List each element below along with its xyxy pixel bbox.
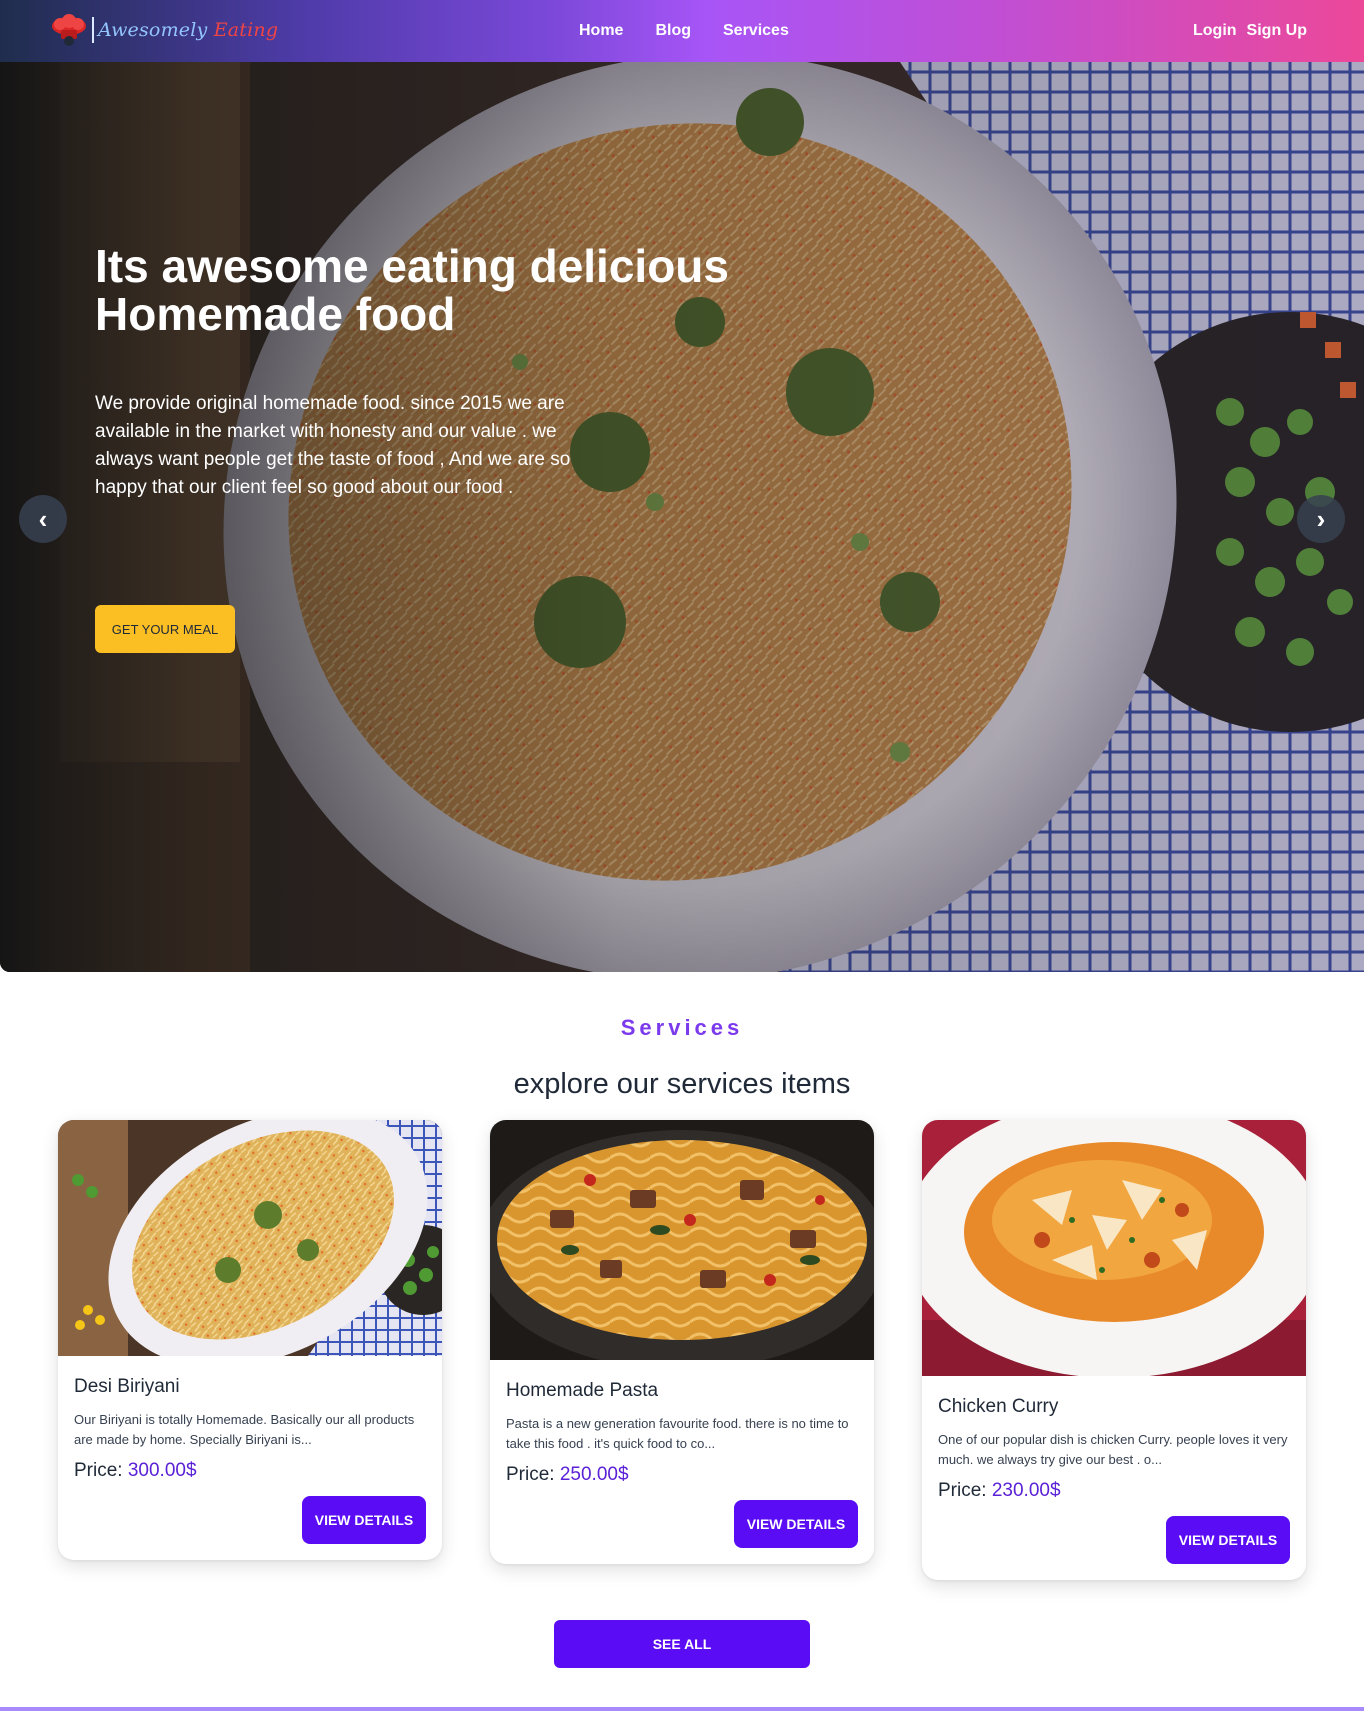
desi-biriyani-image — [58, 1120, 442, 1356]
view-details-button[interactable]: VIEW DETAILS — [1166, 1516, 1290, 1564]
top-navbar: Awesomely Eating Home Blog Services Logi… — [0, 0, 1364, 62]
brand-name-part1: Awesomely — [98, 19, 208, 41]
card-description: One of our popular dish is chicken Curry… — [938, 1432, 1288, 1467]
hero-description: We provide original homemade food. since… — [95, 393, 571, 498]
service-card-homemade-pasta: Homemade Pasta Pasta is a new generation… — [490, 1120, 874, 1564]
card-price: Price: 300.00$ — [74, 1460, 426, 1482]
card-body: Homemade Pasta Pasta is a new generation… — [490, 1380, 874, 1486]
nav-link-services[interactable]: Services — [723, 22, 789, 40]
card-title: Desi Biriyani — [74, 1376, 180, 1397]
price-amount: 300.00$ — [127, 1460, 197, 1481]
chef-hat-icon — [52, 14, 86, 46]
see-all-button[interactable]: SEE ALL — [554, 1620, 810, 1668]
login-link[interactable]: Login — [1193, 22, 1237, 40]
footer-divider — [0, 1707, 1364, 1711]
logo-divider — [92, 17, 94, 43]
card-price: Price: 230.00$ — [938, 1480, 1290, 1502]
card-description: Pasta is a new generation favourite food… — [506, 1416, 849, 1451]
main-nav: Home Blog Services — [579, 0, 789, 62]
card-body: Chicken Curry One of our popular dish is… — [922, 1396, 1306, 1502]
card-price: Price: 250.00$ — [506, 1464, 858, 1486]
view-details-button[interactable]: VIEW DETAILS — [734, 1500, 858, 1548]
signup-link[interactable]: Sign Up — [1247, 22, 1307, 40]
service-card-chicken-curry: Chicken Curry One of our popular dish is… — [922, 1120, 1306, 1580]
carousel-next-button[interactable]: › — [1297, 495, 1345, 543]
card-body: Desi Biriyani Our Biriyani is totally Ho… — [58, 1376, 442, 1482]
auth-links: Login Sign Up — [1193, 0, 1307, 62]
price-label: Price: — [506, 1464, 555, 1485]
price-amount: 230.00$ — [991, 1480, 1061, 1501]
chevron-left-icon: ‹ — [38, 504, 48, 534]
nav-link-home[interactable]: Home — [579, 22, 623, 40]
hero-carousel: Its awesome eating delicious Homemade fo… — [0, 62, 1364, 972]
homemade-pasta-image — [490, 1120, 874, 1360]
brand-name: Awesomely Eating — [98, 19, 278, 41]
services-title: explore our services items — [513, 1068, 851, 1100]
price-label: Price: — [74, 1460, 123, 1481]
brand-name-part2: Eating — [213, 19, 279, 41]
get-your-meal-button[interactable]: GET YOUR MEAL — [95, 605, 235, 653]
view-details-button[interactable]: VIEW DETAILS — [302, 1496, 426, 1544]
brand-logo[interactable]: Awesomely Eating — [50, 12, 278, 48]
hero-overlay — [0, 62, 1364, 972]
nav-link-blog[interactable]: Blog — [655, 22, 691, 40]
price-label: Price: — [938, 1480, 987, 1501]
card-title: Chicken Curry — [938, 1396, 1059, 1417]
chevron-right-icon: › — [1316, 504, 1326, 534]
chicken-curry-image — [922, 1120, 1306, 1376]
carousel-prev-button[interactable]: ‹ — [19, 495, 67, 543]
card-description: Our Biriyani is totally Homemade. Basica… — [74, 1412, 415, 1447]
price-amount: 250.00$ — [559, 1464, 629, 1485]
card-title: Homemade Pasta — [506, 1380, 659, 1401]
services-eyebrow: Services — [620, 1015, 744, 1040]
hero-title: Its awesome eating delicious Homemade fo… — [95, 240, 729, 340]
service-card-desi-biriyani: Desi Biriyani Our Biriyani is totally Ho… — [58, 1120, 442, 1560]
